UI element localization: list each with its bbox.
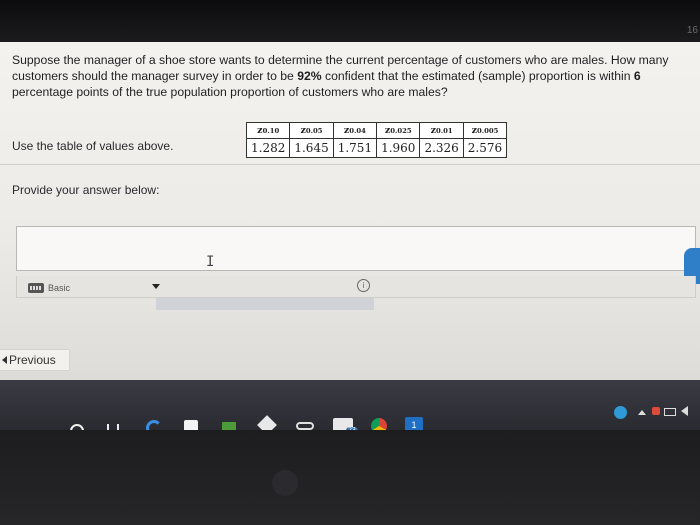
z-header-0.01: z0.01 [419, 122, 464, 139]
answer-input[interactable] [16, 226, 696, 271]
editor-toolbar [16, 276, 696, 298]
z-header-0.04: z0.04 [332, 122, 378, 139]
tray-app-icon[interactable] [652, 407, 660, 415]
z-values-table: z0.10 z0.05 z0.04 z0.025 z0.01 z0.005 1.… [245, 122, 508, 158]
previous-label[interactable]: Previous [9, 353, 56, 367]
question-page: Suppose the manager of a shoe store want… [0, 42, 700, 380]
z-value-cell: 2.326 [419, 138, 464, 158]
z-table-value-row: 1.282 1.645 1.751 1.960 2.326 2.576 [245, 138, 508, 158]
battery-icon[interactable] [664, 408, 676, 416]
chevron-left-icon [2, 356, 7, 364]
window-top-bezel: 16 [0, 0, 700, 42]
keyboard-icon[interactable] [28, 283, 44, 293]
question-text: Suppose the manager of a shoe store want… [12, 53, 669, 99]
z-header-0.025: z0.025 [376, 122, 421, 139]
volume-icon[interactable] [681, 406, 688, 416]
chevron-down-icon[interactable] [152, 284, 160, 289]
z-value-cell: 1.751 [332, 138, 378, 158]
z-value-cell: 1.282 [245, 138, 291, 158]
instruction-text: Use the table of values above. [12, 139, 174, 153]
answer-prompt: Provide your answer below: [12, 183, 160, 197]
z-header-0.10: z0.10 [245, 122, 291, 139]
editor-mode-strip [156, 298, 374, 310]
infinity-app-icon[interactable] [296, 422, 314, 430]
z-header-0.005: z0.005 [462, 122, 508, 139]
tray-chevron-up-icon[interactable] [638, 410, 646, 415]
z-value-cell: 2.576 [462, 138, 508, 158]
z-value-cell: 1.645 [289, 138, 334, 158]
z-header-0.05: z0.05 [289, 122, 334, 139]
text-cursor: I [206, 254, 215, 270]
section-divider [0, 164, 700, 165]
within-value: 6 [633, 69, 641, 83]
z-value-cell: 1.960 [376, 138, 421, 158]
editor-mode-select[interactable]: Basic [48, 283, 70, 293]
help-icon[interactable] [614, 406, 627, 419]
page-corner-number: 16 [686, 25, 698, 36]
hp-logo-icon [272, 470, 298, 496]
confidence-value: 92% [297, 69, 322, 83]
info-icon[interactable]: i [357, 279, 370, 292]
laptop-bezel [0, 430, 700, 525]
z-table-header-row: z0.10 z0.05 z0.04 z0.025 z0.01 z0.005 [245, 122, 508, 139]
